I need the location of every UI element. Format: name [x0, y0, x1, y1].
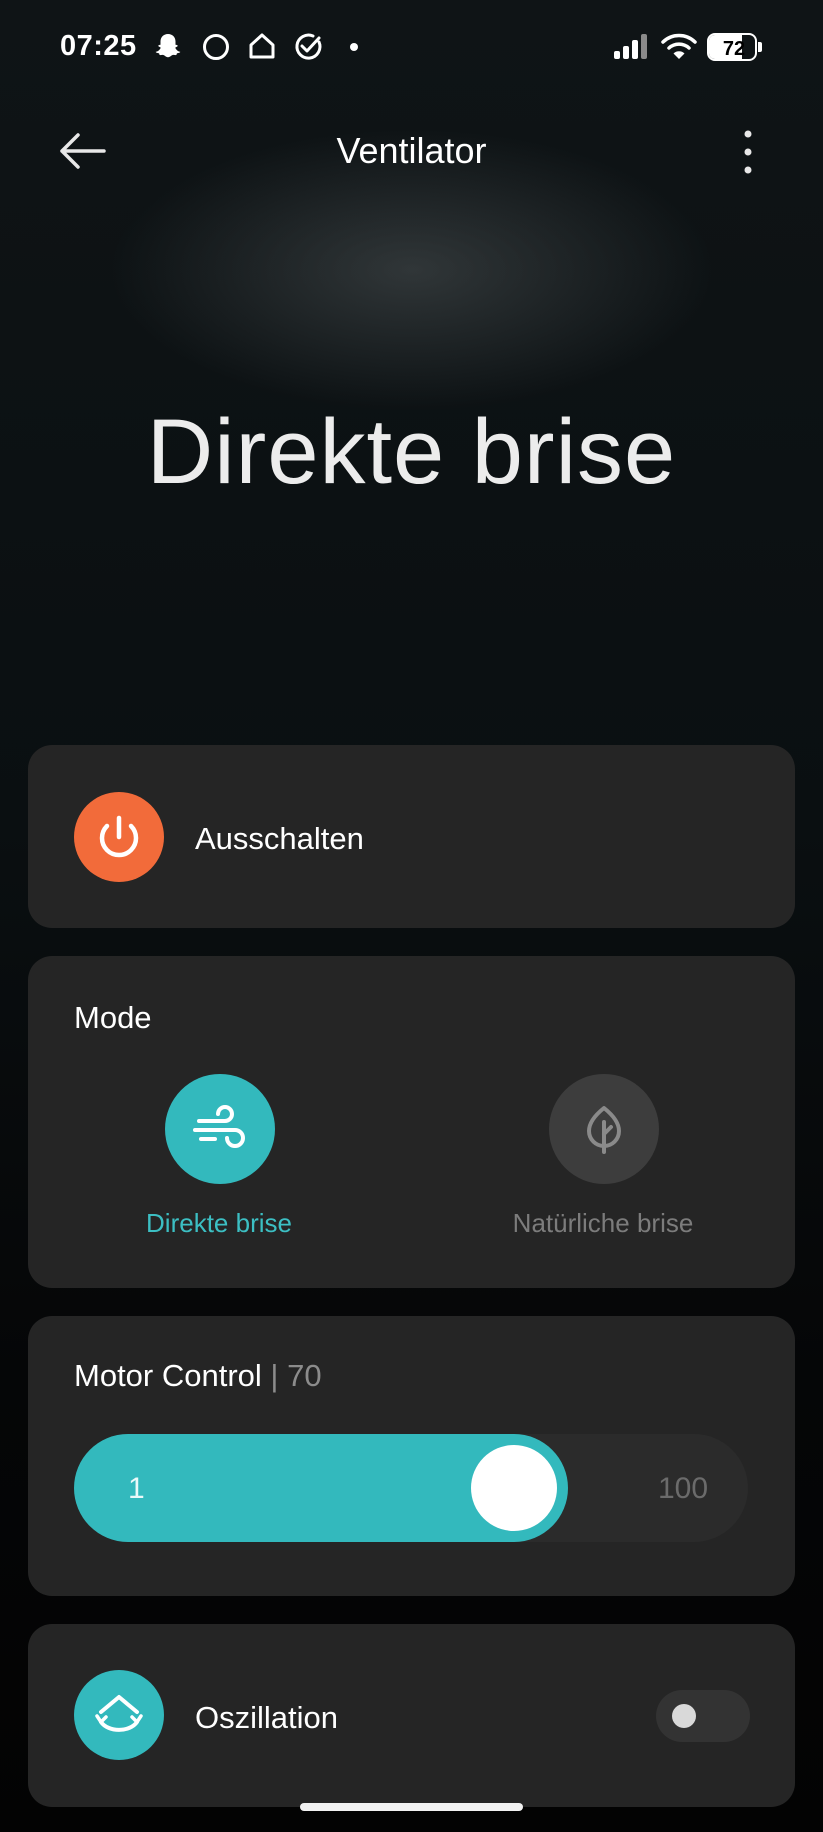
motor-control-value: 70	[287, 1358, 322, 1393]
mode-option-natural-breeze[interactable]: Natürliche brise	[483, 1074, 723, 1254]
more-options-button[interactable]	[728, 126, 768, 178]
motor-control-title: Motor Control | 70	[74, 1358, 322, 1394]
signal-icon	[612, 30, 652, 62]
battery-icon: 72	[707, 33, 762, 61]
slider-min-label: 1	[128, 1472, 145, 1505]
slider-thumb[interactable]	[471, 1445, 557, 1531]
app-bar: Ventilator	[0, 108, 823, 196]
slider-max-label: 100	[658, 1472, 709, 1505]
current-mode-display: Direkte brise	[146, 401, 677, 503]
wifi-icon	[660, 30, 698, 62]
dot-icon	[338, 30, 370, 62]
status-time: 07:25	[60, 30, 137, 62]
toggle-knob	[672, 1704, 696, 1728]
mode-title: Mode	[74, 1000, 152, 1035]
more-vertical-icon	[744, 130, 752, 174]
power-icon	[99, 815, 139, 858]
power-card[interactable]: Ausschalten	[28, 745, 795, 928]
oscillation-icon	[95, 1695, 143, 1732]
oscillation-button[interactable]	[74, 1670, 164, 1760]
check-circle-icon	[292, 30, 324, 62]
mode-direct-label: Direkte brise	[146, 1208, 292, 1238]
oscillation-card: Oszillation	[28, 1624, 795, 1807]
mode-natural-button[interactable]	[549, 1074, 659, 1184]
snapchat-icon	[152, 30, 184, 62]
home-indicator[interactable]	[300, 1803, 523, 1811]
power-button[interactable]	[74, 792, 164, 882]
home-icon	[246, 30, 278, 62]
circle-icon	[200, 30, 232, 62]
status-bar: 07:25 72	[0, 0, 823, 94]
power-label: Ausschalten	[195, 821, 364, 856]
mode-option-direct-breeze[interactable]: Direkte brise	[99, 1074, 339, 1254]
oscillation-label: Oszillation	[195, 1700, 338, 1735]
motor-speed-slider[interactable]	[74, 1434, 748, 1542]
mode-card: Mode Direkte brise Natürliche brise	[28, 956, 795, 1288]
wind-icon	[193, 1105, 245, 1148]
page-title: Ventilator	[336, 130, 487, 171]
motor-control-separator: |	[270, 1358, 279, 1393]
motor-control-card: Motor Control | 70	[28, 1316, 795, 1596]
mode-natural-label: Natürliche brise	[512, 1208, 694, 1238]
oscillation-toggle[interactable]	[656, 1690, 750, 1742]
battery-percent: 72	[722, 38, 746, 60]
motor-control-label: Motor Control	[74, 1358, 262, 1393]
mode-direct-button[interactable]	[165, 1074, 275, 1184]
leaf-icon	[587, 1106, 621, 1154]
